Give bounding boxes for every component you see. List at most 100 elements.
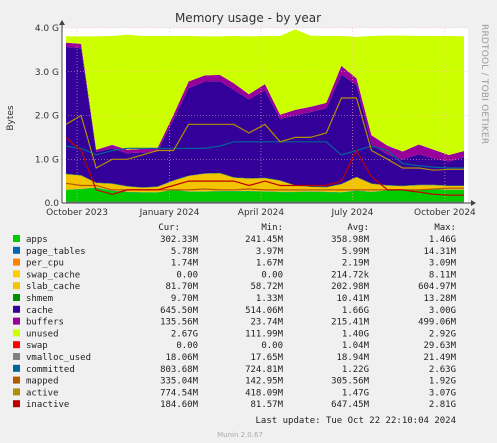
legend-cur-cache: 645.50M	[160, 306, 199, 316]
legend-name-swap-cache: swap_cache	[26, 270, 80, 280]
legend-swatch-per-cpu	[13, 258, 20, 266]
legend-row-swap: swap 0.00 0.00 1.04M 29.63M	[13, 341, 457, 351]
legend-max-inactive: 2.81G	[429, 400, 456, 410]
legend-min-slab-cache: 58.72M	[250, 282, 283, 292]
legend-name-swap: swap	[26, 341, 48, 351]
legend-swatch-swap	[13, 341, 20, 349]
legend-row-mapped: mapped 335.04M 142.95M 305.56M 1.92G	[13, 376, 456, 387]
legend-min-per-cpu: 1.67M	[256, 259, 284, 269]
legend-swatch-slab-cache	[13, 282, 20, 290]
legend-max-vmalloc-used: 21.49M	[423, 353, 456, 363]
last-update-text: Last update: Tue Oct 22 22:10:04 2024	[256, 416, 456, 426]
x-tick-label: October 2023	[46, 208, 108, 218]
y-tick-label: 1.0 G	[35, 155, 59, 165]
legend-min-apps: 241.45M	[245, 235, 284, 245]
legend-max-committed: 2.63G	[429, 365, 456, 375]
legend-min-swap: 0.00	[261, 341, 283, 351]
legend-avg-apps: 358.98M	[331, 235, 370, 245]
legend-avg-swap: 1.04M	[342, 341, 370, 351]
legend-max-page-tables: 14.31M	[423, 247, 456, 257]
legend-avg-page-tables: 5.99M	[342, 247, 370, 257]
legend-max-swap: 29.63M	[423, 341, 456, 351]
legend-header-avg: Avg:	[347, 223, 369, 233]
legend-min-unused: 111.99M	[245, 329, 284, 339]
legend-row-shmem: shmem 9.70M 1.33M 10.41M 13.28M	[13, 294, 457, 304]
legend-cur-swap: 0.00	[176, 341, 198, 351]
legend-swatch-swap-cache	[13, 270, 20, 278]
legend-avg-mapped: 305.56M	[331, 377, 370, 387]
legend-avg-buffers: 215.41M	[331, 318, 370, 328]
legend-row-committed: committed 803.68M 724.81M 1.22G 2.63G	[13, 364, 456, 375]
legend-avg-shmem: 10.41M	[336, 294, 369, 304]
legend-max-apps: 1.46G	[429, 235, 456, 245]
legend-name-slab-cache: slab_cache	[26, 282, 80, 292]
legend-swatch-apps	[13, 235, 20, 242]
legend-max-unused: 2.92G	[429, 329, 456, 339]
rrdtool-vendor-label: RRDTOOL / TOBI OETIKER	[479, 24, 489, 144]
legend-row-per-cpu: per_cpu 1.74M 1.67M 2.19M 3.09M	[13, 258, 457, 269]
legend-row-cache: cache 645.50M 514.06M 1.66G 3.00G	[13, 305, 456, 316]
legend-swatch-active	[13, 388, 20, 396]
legend-swatch-mapped	[13, 376, 20, 384]
x-tick-label: October 2024	[414, 208, 476, 218]
legend-name-apps: apps	[26, 235, 48, 245]
legend-max-cache: 3.00G	[429, 306, 456, 316]
x-tick-label: January 2024	[139, 208, 200, 218]
legend-header-max: Max:	[434, 223, 456, 233]
legend-min-cache: 514.06M	[245, 306, 284, 316]
memory-chart-svg: Memory usage - by year Bytes RRDTOOL / T…	[6, 11, 489, 439]
legend-max-mapped: 1.92G	[429, 377, 456, 387]
legend-row-unused: unused 2.67G 111.99M 1.40G 2.92G	[13, 329, 456, 339]
legend-min-page-tables: 3.97M	[256, 247, 284, 257]
legend-min-buffers: 23.74M	[250, 318, 283, 328]
legend-row-buffers: buffers 135.56M 23.74M 215.41M 499.06M	[13, 317, 457, 328]
legend-max-shmem: 13.28M	[423, 294, 456, 304]
legend-avg-active: 1.47G	[342, 388, 369, 398]
legend-avg-cache: 1.66G	[342, 306, 369, 316]
plot-area: 0.01.0 G2.0 G3.0 G4.0 GOctober 2023 Janua…	[35, 20, 476, 218]
legend-min-inactive: 81.57M	[250, 400, 283, 410]
legend-swatch-vmalloc-used	[13, 353, 20, 360]
y-tick-label: 3.0 G	[35, 68, 59, 78]
legend-row-swap-cache: swap_cache 0.00 0.00 214.72k 8.11M	[13, 270, 457, 280]
chart-title: Memory usage - by year	[175, 11, 321, 25]
y-tick-label: 4.0 G	[35, 24, 59, 34]
legend-swatch-committed	[13, 364, 20, 372]
legend-row-vmalloc-used: vmalloc_used 18.06M 17.65M 18.94M 21.49M	[13, 353, 457, 363]
legend-header-cur: Cur:	[158, 223, 180, 233]
y-tick-label: 2.0 G	[35, 112, 59, 122]
legend-max-per-cpu: 3.09M	[429, 259, 457, 269]
legend-swatch-inactive	[13, 400, 20, 408]
legend-name-active: active	[26, 388, 59, 398]
legend-name-buffers: buffers	[26, 318, 64, 328]
legend-avg-unused: 1.40G	[342, 329, 369, 339]
x-tick-label: July 2024	[330, 208, 373, 218]
legend-max-buffers: 499.06M	[418, 318, 457, 328]
legend-name-unused: unused	[26, 329, 59, 339]
legend-row-inactive: inactive 184.60M 81.57M 647.45M 2.81G	[13, 400, 456, 410]
legend-cur-swap-cache: 0.00	[176, 270, 198, 280]
legend-min-vmalloc-used: 17.65M	[250, 353, 283, 363]
legend-swatch-page-tables	[13, 246, 20, 254]
legend-cur-slab-cache: 81.70M	[165, 282, 198, 292]
legend-max-slab-cache: 604.97M	[418, 282, 457, 292]
y-axis-arrow	[59, 20, 65, 25]
legend-min-swap-cache: 0.00	[261, 270, 283, 280]
legend-swatch-shmem	[13, 294, 20, 301]
legend-name-inactive: inactive	[26, 400, 69, 410]
legend-cur-vmalloc-used: 18.06M	[165, 353, 198, 363]
legend-name-cache: cache	[26, 306, 53, 316]
legend-avg-slab-cache: 202.98M	[331, 282, 370, 292]
legend-row-active: active 774.54M 418.09M 1.47G 3.07G	[13, 388, 456, 398]
legend-row-slab-cache: slab_cache 81.70M 58.72M 202.98M 604.97M	[13, 282, 457, 292]
legend-cur-buffers: 135.56M	[160, 318, 199, 328]
legend-avg-vmalloc-used: 18.94M	[336, 353, 369, 363]
legend-cur-page-tables: 5.78M	[171, 247, 199, 257]
legend-header-min: Min:	[261, 223, 283, 233]
memory-usage-graph: Memory usage - by year Bytes RRDTOOL / T…	[0, 0, 497, 443]
legend-cur-apps: 302.33M	[160, 235, 199, 245]
legend-min-committed: 724.81M	[245, 365, 284, 375]
legend-avg-committed: 1.22G	[342, 365, 369, 375]
legend-avg-per-cpu: 2.19M	[342, 259, 370, 269]
legend-name-mapped: mapped	[26, 377, 59, 387]
